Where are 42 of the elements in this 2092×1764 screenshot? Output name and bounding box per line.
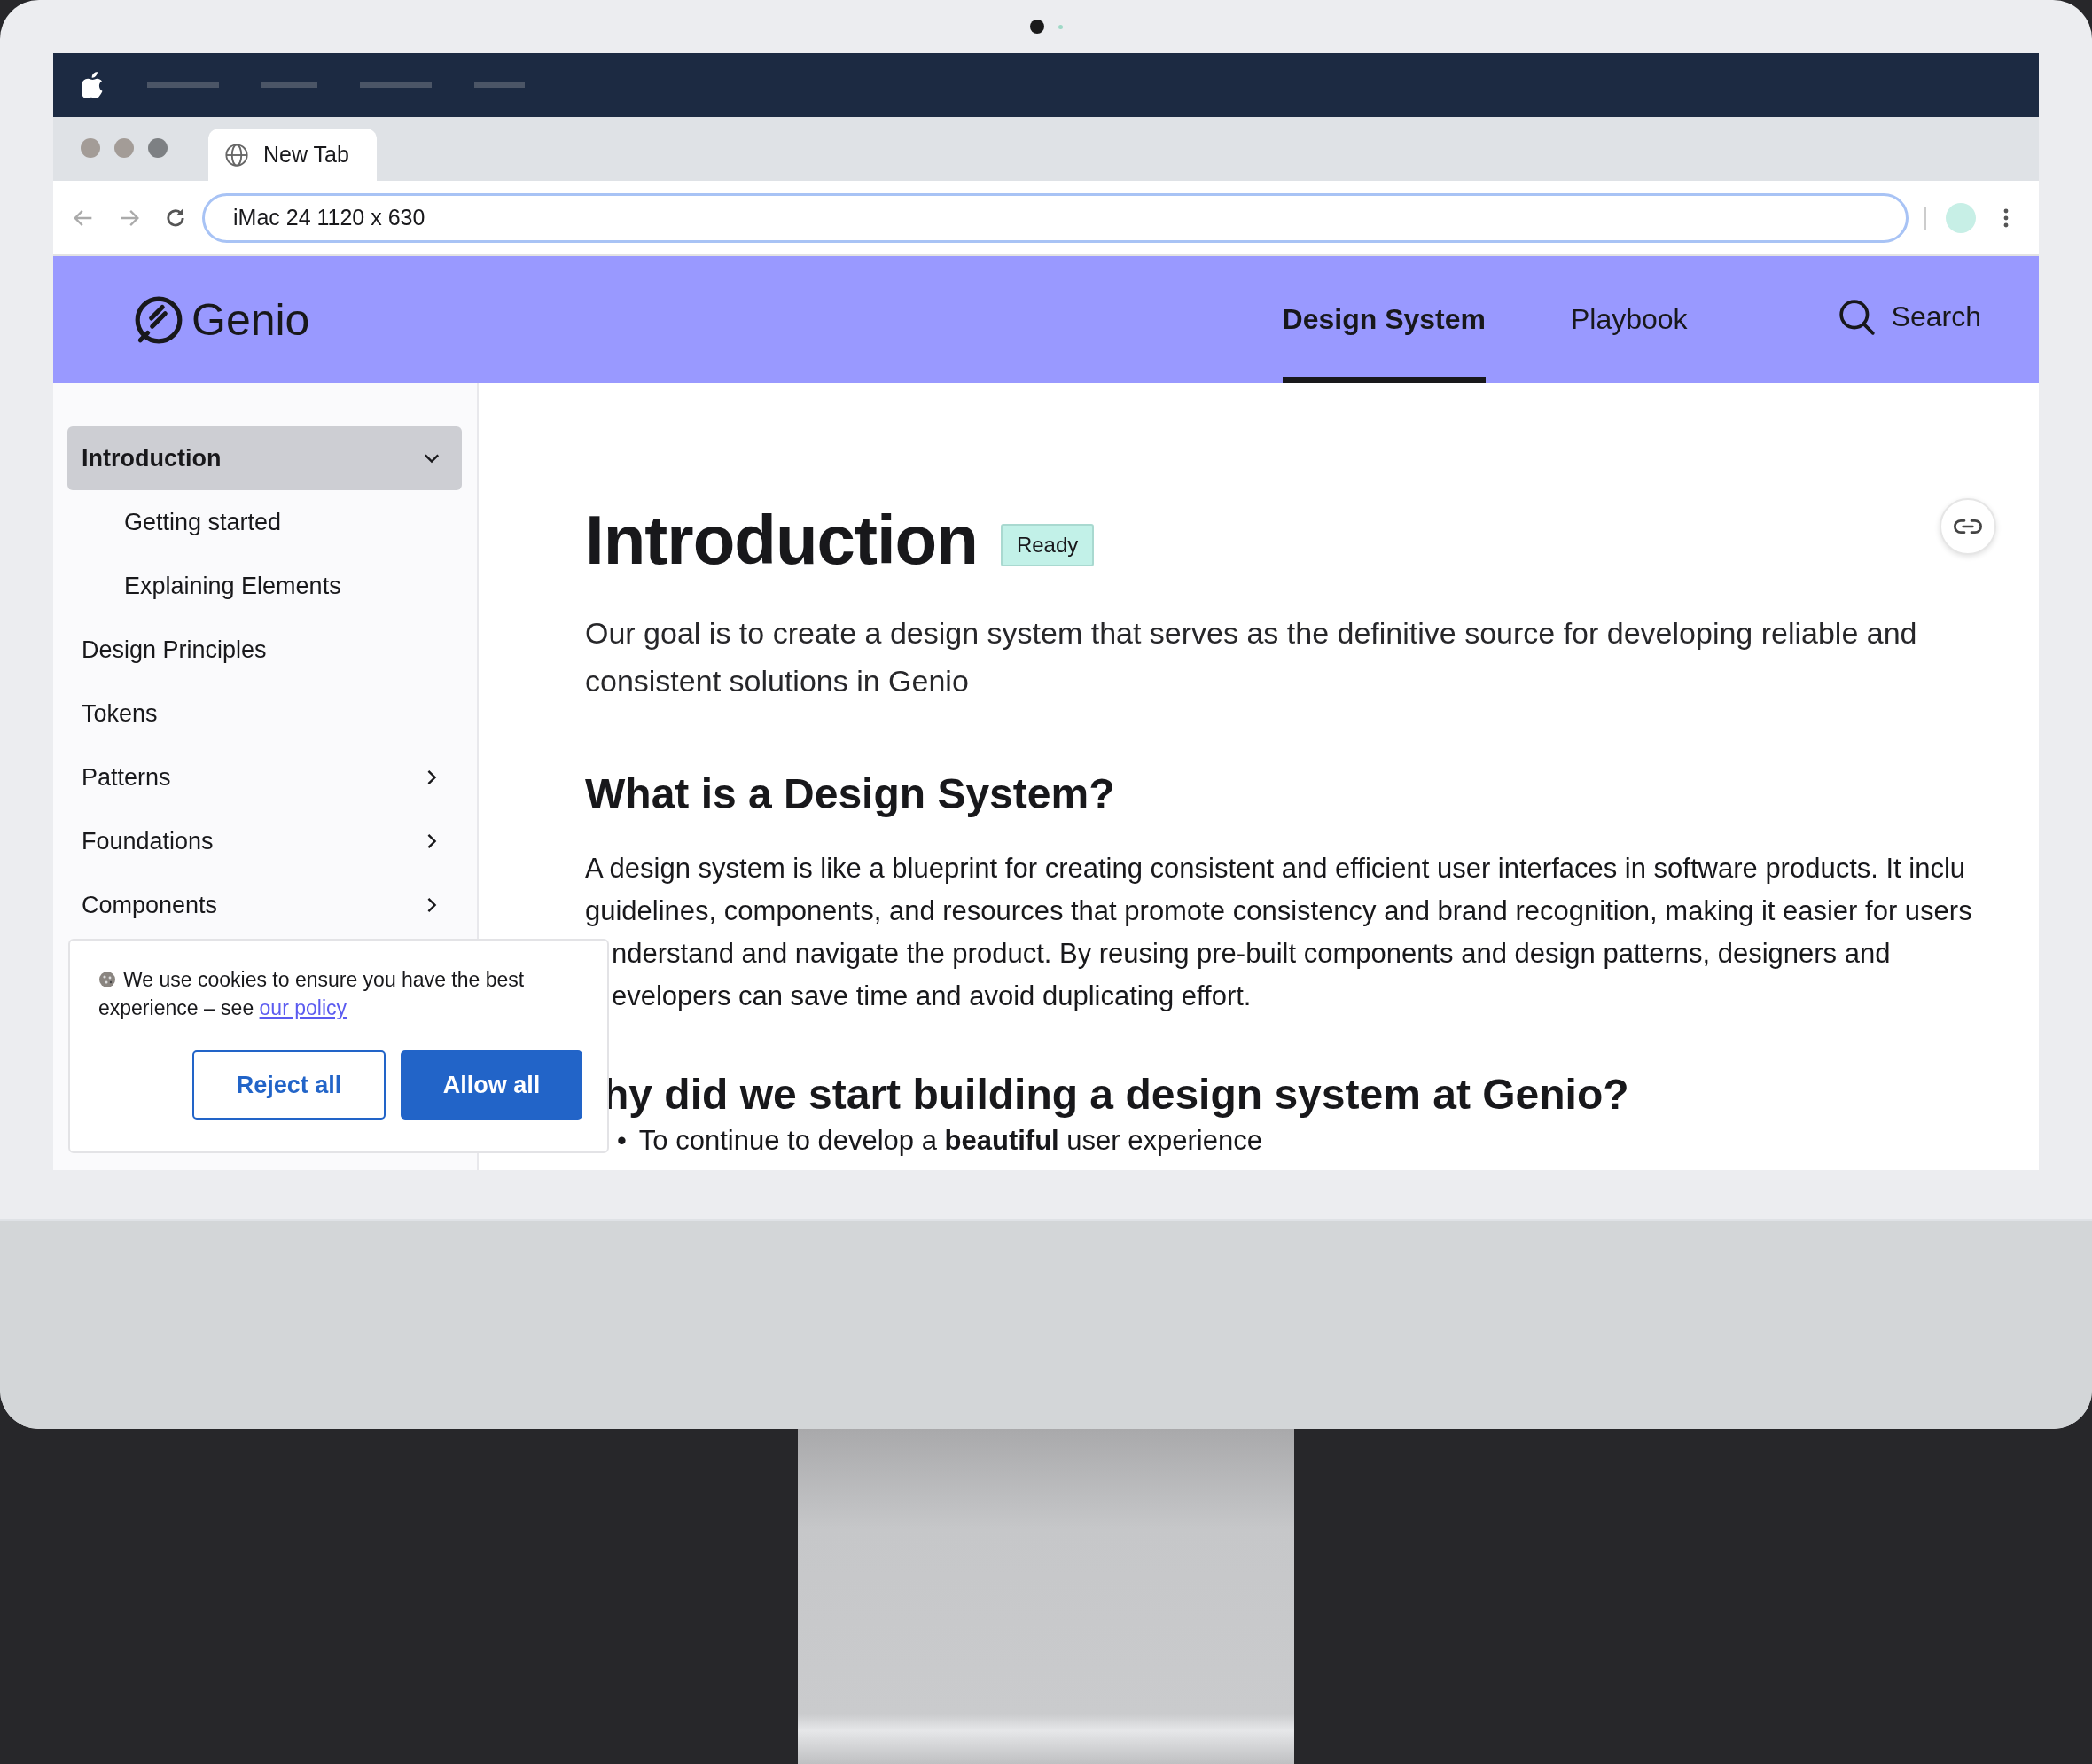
window-control[interactable] [114, 138, 134, 158]
bullet-item: To continue to develop a beautiful user experience [638, 1124, 1262, 1158]
camera-dot [1029, 20, 1044, 34]
window-control[interactable] [81, 138, 100, 158]
cookie-icon [98, 971, 116, 988]
placeholder-bar [262, 82, 317, 88]
sidebar-item[interactable]: Tokens [67, 682, 462, 745]
window-control[interactable] [148, 138, 168, 158]
sidebar-item[interactable]: Patterns [67, 745, 462, 809]
paragraph-line: nderstand and navigate the product. By reusing pre-built components and design patterns, designers and [611, 937, 1892, 971]
sidebar-item[interactable]: Foundations [67, 809, 462, 873]
page-title: Introduction [585, 504, 978, 575]
placeholder-bar [474, 82, 525, 88]
sidebar-item[interactable]: Getting started [67, 490, 462, 554]
link-icon [1954, 518, 1982, 535]
copy-link-button[interactable] [1940, 498, 1996, 555]
address-field[interactable]: iMac 24 1120 x 630 [202, 192, 1909, 243]
paragraph-line: A design system is like a blueprint for creating consistent and efficient user interfaces in software products. It inclu [585, 852, 1967, 886]
browser-tab[interactable]: New Tab [208, 129, 377, 181]
more-menu-icon[interactable] [2002, 207, 2010, 229]
nav-tab[interactable]: Design System [1282, 256, 1486, 383]
policy-link[interactable]: our policy [259, 996, 347, 1019]
logo-text[interactable]: Genio [191, 293, 310, 346]
cookie-message: We use cookies to ensure you have the best experience – see our policy [98, 967, 526, 1021]
apple-icon[interactable] [82, 72, 105, 98]
search-icon [1838, 298, 1876, 336]
status-badge: Ready [1000, 524, 1095, 566]
sidebar-item[interactable]: Explaining Elements [67, 554, 462, 618]
search-button[interactable]: Search [1838, 251, 1981, 383]
sidebar-item[interactable]: Design Principles [67, 618, 462, 682]
sidebar-item[interactable]: Components [67, 873, 462, 937]
paragraph-line: guidelines, components, and resources that promote consistency and brand recognition, making it easier for users [585, 894, 1973, 928]
sidebar-item[interactable]: Introduction [67, 426, 462, 490]
allow-button[interactable]: Allow all [401, 1050, 582, 1120]
reject-button[interactable]: Reject all [192, 1050, 386, 1120]
nav-tab[interactable]: Playbook [1570, 256, 1688, 383]
bullet-marker: • [617, 1124, 627, 1158]
paragraph-line: evelopers can save time and avoid duplicating effort. [611, 980, 1253, 1013]
globe-icon [224, 142, 249, 168]
camera-light [1058, 24, 1063, 29]
section-heading: What is a Design System? [585, 769, 1116, 819]
lead-paragraph: Our goal is to create a design system that serves as the definitive source for developing reliable and consistent solutions in Genio [585, 615, 1918, 699]
